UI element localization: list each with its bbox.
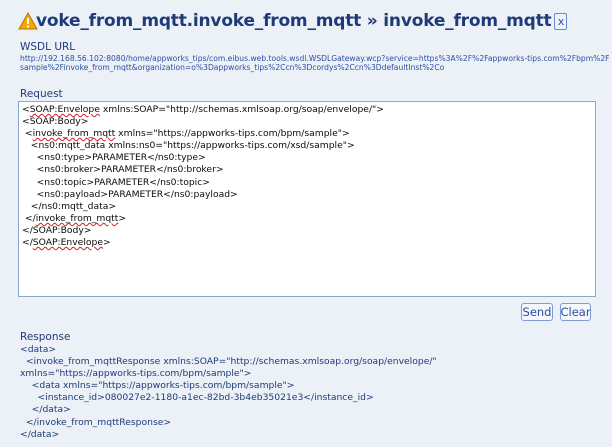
page-title: voke_from_mqtt.invoke_from_mqtt » invoke…	[36, 11, 552, 31]
dialog-title-bar: voke_from_mqtt.invoke_from_mqtt » invoke…	[18, 8, 568, 34]
response-line: <invoke_from_mqttResponse xmlns:SOAP="ht…	[20, 356, 437, 368]
response-line: </invoke_from_mqttResponse>	[20, 416, 172, 428]
response-line: xmlns="https://appworks-tips.com/bpm/sam…	[20, 368, 252, 380]
request-line: </SOAP:Envelope>	[22, 237, 111, 249]
request-line: <ns0:payload>PARAMETER</ns0:payload>	[22, 188, 238, 200]
clear-button[interactable]: Clear	[560, 303, 591, 321]
request-line: <ns0:topic>PARAMETER</ns0:topic>	[22, 176, 210, 188]
response-line: </data>	[20, 428, 60, 440]
request-line: </invoke_from_mqtt>	[22, 212, 127, 224]
spellcheck-word: invoke_from_mqtt	[35, 212, 119, 224]
response-line: </data>	[20, 404, 71, 416]
warning-icon	[18, 11, 38, 30]
request-line: <invoke_from_mqtt xmlns="https://appwork…	[22, 128, 350, 140]
request-line: <ns0:mqtt_data xmlns:ns0="https://appwor…	[22, 140, 355, 152]
response-xml: <data> <invoke_from_mqttResponse xmlns:S…	[20, 344, 610, 441]
wsdl-url-link[interactable]: http://192.168.56.102:8080/home/appworks…	[20, 54, 610, 81]
request-line: </ns0:mqtt_data>	[22, 200, 117, 212]
spellcheck-word: invoke_from_mqtt	[32, 128, 116, 140]
response-line: <data xmlns="https://appworks-tips.com/b…	[20, 380, 295, 392]
request-line: <SOAP:Body>	[22, 116, 89, 128]
send-button[interactable]: Send	[521, 303, 553, 321]
spellcheck-word: SOAP:Envelope	[32, 237, 103, 249]
response-line: <data>	[20, 344, 57, 355]
spellcheck-word: SOAP:Envelope	[29, 104, 100, 115]
close-button[interactable]: x	[554, 12, 568, 30]
request-label: Request	[20, 88, 63, 100]
request-line: <SOAP:Envelope xmlns:SOAP="http://schema…	[22, 104, 384, 115]
request-line: <ns0:broker>PARAMETER</ns0:broker>	[22, 164, 224, 176]
request-textarea[interactable]: <SOAP:Envelope xmlns:SOAP="http://schema…	[18, 101, 596, 297]
wsdl-url-label: WSDL URL	[20, 41, 76, 53]
response-label: Response	[20, 331, 71, 343]
response-line: <instance_id>080027e2-1180-a1ec-82bd-3b4…	[20, 392, 374, 404]
request-line: <ns0:type>PARAMETER</ns0:type>	[22, 152, 206, 164]
response-output: <data> <invoke_from_mqttResponse xmlns:S…	[20, 344, 610, 447]
request-xml[interactable]: <SOAP:Envelope xmlns:SOAP="http://schema…	[22, 104, 592, 249]
request-line: </SOAP:Body>	[22, 224, 92, 236]
